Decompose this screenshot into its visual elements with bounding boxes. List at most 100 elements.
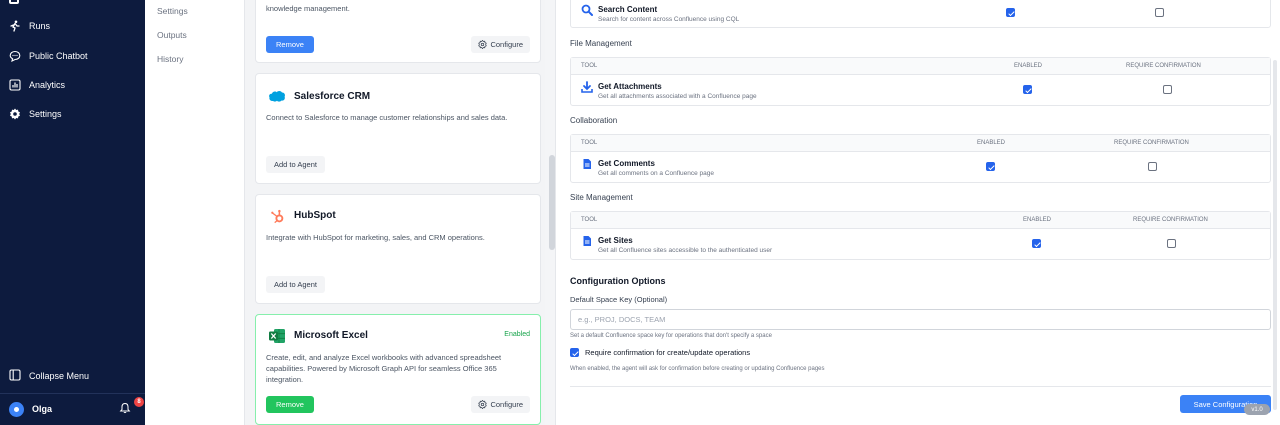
- tool-confirm-checkbox[interactable]: [1155, 8, 1164, 17]
- subnav-item-history[interactable]: History: [157, 54, 183, 64]
- integration-card: knowledge management. Remove Configure: [255, 0, 541, 63]
- tool-confirm-checkbox[interactable]: [1167, 239, 1176, 248]
- column-require-confirmation: REQUIRE CONFIRMATION: [1126, 63, 1201, 69]
- subnav-item-outputs[interactable]: Outputs: [157, 30, 187, 40]
- column-tool: TOOL: [581, 63, 598, 69]
- card-title: HubSpot: [294, 210, 336, 221]
- sidebar-item-settings[interactable]: Settings: [9, 108, 62, 120]
- bell-icon[interactable]: [119, 402, 131, 414]
- tool-description: Get all attachments associated with a Co…: [598, 93, 757, 100]
- card-description: Integrate with HubSpot for marketing, sa…: [266, 233, 485, 242]
- gear-icon: [478, 400, 488, 409]
- configure-label: Configure: [490, 40, 523, 49]
- confluence-config-panel: Search Content Search for content across…: [555, 0, 1280, 425]
- tool-description: Search for content across Confluence usi…: [598, 16, 740, 23]
- agent-subnav: Settings Outputs History: [145, 0, 245, 425]
- document-icon: [583, 159, 591, 169]
- user-profile[interactable]: Olga 8: [9, 397, 144, 417]
- sidebar-divider: [0, 393, 145, 394]
- divider: [570, 386, 1271, 387]
- integration-card-excel: Microsoft Excel Enabled Create, edit, an…: [255, 314, 541, 425]
- remove-button[interactable]: Remove: [266, 36, 314, 53]
- space-key-input[interactable]: [570, 309, 1271, 330]
- card-title: Salesforce CRM: [294, 91, 371, 102]
- tool-enabled-checkbox[interactable]: [1023, 85, 1032, 94]
- column-require-confirmation: REQUIRE CONFIRMATION: [1133, 217, 1208, 223]
- tool-enabled-checkbox[interactable]: [986, 162, 995, 171]
- run-icon: [9, 20, 21, 32]
- require-confirmation-checkbox[interactable]: [570, 348, 579, 357]
- tool-name: Get Comments: [598, 159, 655, 168]
- tool-table-site-management: TOOL ENABLED REQUIRE CONFIRMATION Get Si…: [570, 211, 1271, 260]
- collapse-menu-label: Collapse Menu: [29, 371, 90, 381]
- column-tool: TOOL: [581, 217, 598, 223]
- sidebar-item-label: Settings: [29, 109, 62, 119]
- tool-enabled-checkbox[interactable]: [1006, 8, 1015, 17]
- tool-confirm-checkbox[interactable]: [1163, 85, 1172, 94]
- home-icon[interactable]: [9, 0, 19, 4]
- card-description: Connect to Salesforce to manage customer…: [266, 113, 508, 122]
- section-title: Site Management: [570, 193, 633, 202]
- require-confirmation-label: Require confirmation for create/update o…: [585, 348, 751, 357]
- card-description: knowledge management.: [266, 4, 350, 13]
- analytics-icon: [9, 79, 21, 91]
- remove-button[interactable]: Remove: [266, 396, 314, 413]
- sidebar-item-public-chatbot[interactable]: Public Chatbot: [9, 50, 88, 62]
- user-name: Olga: [32, 404, 53, 414]
- section-title: Collaboration: [570, 116, 618, 125]
- sidebar-item-runs[interactable]: Runs: [9, 20, 50, 32]
- avatar: [9, 401, 24, 417]
- excel-logo-icon: [268, 327, 286, 345]
- configure-button[interactable]: Configure: [471, 36, 530, 53]
- tool-table-file-management: TOOL ENABLED REQUIRE CONFIRMATION Get At…: [570, 57, 1271, 106]
- card-title: Microsoft Excel: [294, 330, 368, 341]
- add-to-agent-button[interactable]: Add to Agent: [266, 156, 325, 173]
- integration-card-hubspot: HubSpot Integrate with HubSpot for marke…: [255, 194, 541, 304]
- tool-description: Get all comments on a Confluence page: [598, 170, 714, 177]
- tool-enabled-checkbox[interactable]: [1032, 239, 1041, 248]
- configure-button[interactable]: Configure: [471, 396, 530, 413]
- collapse-menu-button[interactable]: Collapse Menu: [9, 369, 89, 383]
- status-badge: Enabled: [504, 331, 530, 338]
- configure-label: Configure: [490, 400, 523, 409]
- space-key-help: Set a default Confluence space key for o…: [570, 333, 772, 339]
- tool-table-header: TOOL ENABLED REQUIRE CONFIRMATION: [571, 58, 1270, 75]
- tool-name: Search Content: [598, 5, 658, 14]
- integrations-list: knowledge management. Remove Configure S…: [245, 0, 545, 425]
- version-badge: v1.0: [1244, 404, 1270, 415]
- tool-table-header: TOOL ENABLED REQUIRE CONFIRMATION: [571, 212, 1270, 229]
- tool-name: Get Sites: [598, 236, 633, 245]
- section-title: File Management: [570, 39, 632, 48]
- gear-icon: [9, 108, 21, 120]
- column-tool: TOOL: [581, 140, 598, 146]
- column-enabled: ENABLED: [977, 140, 1006, 146]
- document-icon: [583, 236, 591, 246]
- column-enabled: ENABLED: [1014, 63, 1043, 69]
- salesforce-logo-icon: [268, 87, 286, 105]
- column-enabled: ENABLED: [1023, 217, 1052, 223]
- download-icon: [581, 81, 593, 93]
- integration-card-salesforce: Salesforce CRM Connect to Salesforce to …: [255, 73, 541, 184]
- collapse-icon: [9, 369, 21, 383]
- config-options-title: Configuration Options: [570, 276, 666, 286]
- require-confirmation-option[interactable]: Require confirmation for create/update o…: [570, 348, 750, 357]
- space-key-label: Default Space Key (Optional): [570, 295, 668, 304]
- sidebar-item-label: Public Chatbot: [29, 51, 88, 61]
- sidebar-item-label: Analytics: [29, 80, 66, 90]
- tool-confirm-checkbox[interactable]: [1148, 162, 1157, 171]
- sidebar-item-analytics[interactable]: Analytics: [9, 79, 65, 91]
- gear-icon: [478, 40, 488, 49]
- add-to-agent-button[interactable]: Add to Agent: [266, 276, 325, 293]
- subnav-item-settings[interactable]: Settings: [157, 6, 188, 16]
- tool-description: Get all Confluence sites accessible to t…: [598, 247, 773, 254]
- tool-table-header: TOOL ENABLED REQUIRE CONFIRMATION: [571, 135, 1270, 152]
- tool-name: Get Attachments: [598, 82, 662, 91]
- tool-table-collaboration: TOOL ENABLED REQUIRE CONFIRMATION Get Co…: [570, 134, 1271, 183]
- sidebar: Runs Public Chatbot Analytics Settings C…: [0, 0, 145, 425]
- search-icon: [581, 4, 593, 16]
- column-require-confirmation: REQUIRE CONFIRMATION: [1114, 140, 1189, 146]
- chat-icon: [9, 50, 21, 62]
- panel-scrollbar[interactable]: [1273, 60, 1277, 410]
- notification-badge: 8: [134, 397, 144, 407]
- sidebar-item-label: Runs: [29, 21, 51, 31]
